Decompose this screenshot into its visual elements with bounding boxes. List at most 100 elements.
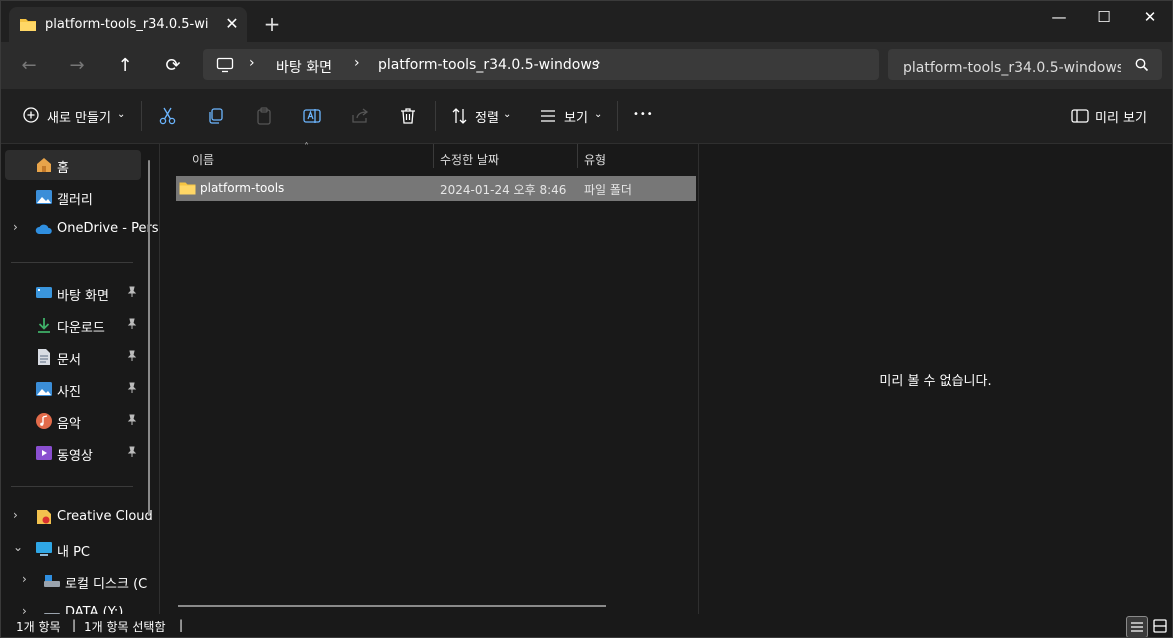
sidebar-item-label: 홈 <box>57 161 69 176</box>
search-box[interactable]: platform-tools_r34.0.5-windows 검색 <box>888 49 1162 80</box>
toolbar-divider <box>435 101 436 131</box>
music-icon <box>36 413 52 429</box>
selected-count: 1개 항목 선택함 <box>84 620 166 634</box>
column-header-type[interactable]: 유형 <box>578 148 696 172</box>
chevron-right-icon[interactable]: › <box>13 508 18 522</box>
computer-icon[interactable] <box>216 57 234 73</box>
paste-icon[interactable] <box>254 106 274 126</box>
back-arrow-icon[interactable]: ← <box>17 54 41 78</box>
sidebar-item-this-pc[interactable]: ⌄ 내 PC <box>5 534 141 564</box>
delete-icon[interactable] <box>398 106 418 126</box>
maximize-button[interactable]: ☐ <box>1081 5 1127 29</box>
sidebar-item-label: OneDrive - Pers <box>57 221 159 236</box>
sidebar-item-label: Creative Cloud <box>57 509 153 524</box>
sort-button[interactable]: 정렬 <box>475 107 499 126</box>
breadcrumb-desktop[interactable]: 바탕 화면 <box>276 57 332 77</box>
breadcrumb-chevron-icon[interactable]: › <box>595 55 601 71</box>
sidebar-scrollbar[interactable] <box>148 160 150 516</box>
chevron-down-icon[interactable]: ⌄ <box>13 540 23 554</box>
new-tab-button[interactable]: + <box>261 13 283 35</box>
breadcrumb-chevron-icon[interactable]: › <box>249 55 255 71</box>
tiles-view-icon[interactable] <box>1150 616 1170 636</box>
pin-icon[interactable] <box>126 382 138 394</box>
sidebar-divider <box>11 262 133 263</box>
sidebar-item-label: 로컬 디스크 (C <box>65 577 148 592</box>
chevron-down-icon[interactable]: ⌄ <box>503 109 511 120</box>
cloud-icon <box>35 224 52 234</box>
close-tab-icon[interactable]: ✕ <box>221 13 243 35</box>
view-icon[interactable] <box>538 106 558 126</box>
up-arrow-icon[interactable]: ↑ <box>113 54 137 78</box>
creative-cloud-icon <box>37 510 51 524</box>
chevron-right-icon[interactable]: › <box>22 604 27 614</box>
chevron-down-icon[interactable]: ⌄ <box>594 109 602 120</box>
column-header-label: 수정한 날짜 <box>440 153 500 167</box>
status-bar: 1개 항목 | 1개 항목 선택함 | <box>1 614 1172 637</box>
sidebar-item-creative-cloud[interactable]: › Creative Cloud <box>5 502 153 532</box>
forward-arrow-icon[interactable]: → <box>65 54 89 78</box>
sidebar-item-documents[interactable]: 문서 <box>5 342 141 372</box>
column-header-modified[interactable]: 수정한 날짜 <box>434 148 576 172</box>
desktop-icon <box>36 287 52 298</box>
refresh-icon[interactable]: ⟳ <box>161 54 185 78</box>
chevron-right-icon[interactable]: › <box>22 572 27 586</box>
sort-icon[interactable] <box>450 106 470 126</box>
sidebar-item-videos[interactable]: 동영상 <box>5 438 141 468</box>
gallery-icon <box>36 190 52 204</box>
tab-title: platform-tools_r34.0.5-windows <box>45 17 209 32</box>
details-view-icon[interactable] <box>1126 616 1148 637</box>
sidebar-item-pictures[interactable]: 사진 <box>5 374 141 404</box>
sidebar-item-gallery[interactable]: 갤러리 <box>5 182 141 212</box>
item-count: 1개 항목 <box>16 620 61 634</box>
search-icon[interactable] <box>1135 58 1149 72</box>
address-bar[interactable]: › 바탕 화면 › platform-tools_r34.0.5-windows… <box>203 49 879 80</box>
table-row[interactable]: platform-tools 2024-01-24 오후 8:46 파일 폴더 <box>176 176 696 201</box>
horizontal-scrollbar[interactable] <box>178 605 606 607</box>
command-bar: 새로 만들기 ⌄ 정렬 ⌄ 보기 ⌄ ••• 미리 보기 <box>1 89 1172 144</box>
preview-pane-button[interactable]: 미리 보기 <box>1095 107 1147 126</box>
download-icon <box>38 318 50 333</box>
breadcrumb-chevron-icon[interactable]: › <box>354 55 360 71</box>
pin-icon[interactable] <box>126 318 138 330</box>
sidebar-item-music[interactable]: 음악 <box>5 406 141 436</box>
navigation-pane: 홈 갤러리 › OneDrive - Pers 바탕 화면 다운로드 문서 사진… <box>1 144 159 614</box>
sidebar-item-desktop[interactable]: 바탕 화면 <box>5 278 141 308</box>
sort-ascending-icon: ˄ <box>304 142 309 153</box>
sidebar-item-downloads[interactable]: 다운로드 <box>5 310 141 340</box>
toolbar-divider <box>141 101 142 131</box>
pc-icon <box>36 542 52 556</box>
chevron-down-icon[interactable]: ⌄ <box>117 109 125 120</box>
navigation-bar: ← → ↑ ⟳ › 바탕 화면 › platform-tools_r34.0.5… <box>1 42 1172 89</box>
share-icon[interactable] <box>350 106 370 126</box>
sidebar-item-label: 갤러리 <box>57 193 93 208</box>
column-header-label: 유형 <box>584 153 607 167</box>
sidebar-item-local-disk[interactable]: › 로컬 디스크 (C <box>5 566 147 596</box>
sidebar-item-label: 문서 <box>57 353 81 368</box>
close-window-button[interactable]: ✕ <box>1127 5 1172 29</box>
plus-circle-icon[interactable] <box>22 106 42 126</box>
sidebar-item-label: 동영상 <box>57 449 93 464</box>
more-options-icon[interactable]: ••• <box>633 109 654 120</box>
view-button[interactable]: 보기 <box>564 107 588 126</box>
sidebar-item-home[interactable]: 홈 <box>5 150 141 180</box>
breadcrumb-current-folder[interactable]: platform-tools_r34.0.5-windows <box>378 57 599 73</box>
tab-platform-tools[interactable]: platform-tools_r34.0.5-windows ✕ <box>9 7 247 42</box>
title-bar: platform-tools_r34.0.5-windows ✕ + — ☐ ✕ <box>1 1 1172 42</box>
pin-icon[interactable] <box>126 350 138 362</box>
file-name: platform-tools <box>200 181 285 195</box>
copy-icon[interactable] <box>206 106 226 126</box>
sidebar-item-onedrive[interactable]: › OneDrive - Pers <box>5 214 159 244</box>
cut-icon[interactable] <box>158 106 178 126</box>
pictures-icon <box>36 382 52 396</box>
sidebar-item-data-drive[interactable]: › DATA (Y:) <box>5 598 141 614</box>
new-button[interactable]: 새로 만들기 <box>47 107 111 126</box>
preview-pane-icon[interactable] <box>1070 106 1090 126</box>
pin-icon[interactable] <box>126 414 138 426</box>
chevron-right-icon[interactable]: › <box>13 220 18 234</box>
search-placeholder: platform-tools_r34.0.5-windows 검색 <box>903 60 1121 76</box>
rename-icon[interactable] <box>302 106 322 126</box>
column-header-name[interactable]: 이름 ˄ <box>186 142 432 172</box>
pin-icon[interactable] <box>126 286 138 298</box>
minimize-button[interactable]: — <box>1036 5 1082 29</box>
pin-icon[interactable] <box>126 446 138 458</box>
